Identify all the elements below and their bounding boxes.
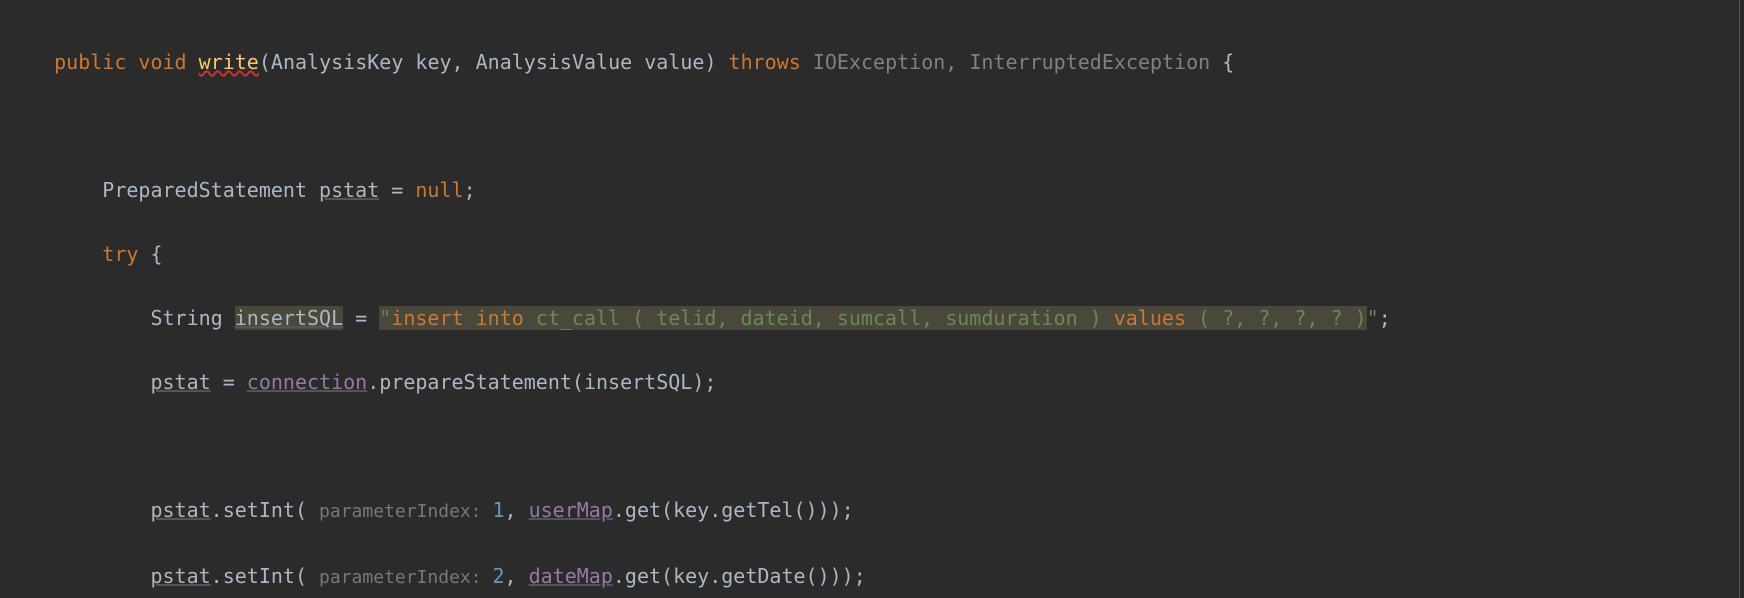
keyword-try: try <box>102 242 138 266</box>
close-paren: ) <box>704 50 716 74</box>
sql-keyword: insert into <box>391 306 536 330</box>
tail: .get(key.getTel())); <box>613 498 854 522</box>
code-line[interactable] <box>18 110 1744 142</box>
eq: = <box>211 370 247 394</box>
string-mid: ct_call ( telid, dateid, sumcall, sumdur… <box>536 306 1114 330</box>
number: 2 <box>492 564 504 588</box>
type: PreparedStatement <box>102 178 319 202</box>
code-editor[interactable]: public void write(AnalysisKey key, Analy… <box>0 0 1744 598</box>
keyword-throws: throws <box>729 50 801 74</box>
field: connection <box>247 370 367 394</box>
semicolon: ; <box>1379 306 1391 330</box>
variable: pstat <box>150 564 210 588</box>
parameter-hint: parameterIndex: <box>319 567 492 588</box>
brace: { <box>138 242 162 266</box>
param-type: AnalysisValue <box>476 50 633 74</box>
param-name: key <box>415 50 451 74</box>
variable-decl: insertSQL <box>235 306 343 330</box>
keyword-public: public <box>54 50 126 74</box>
string-tail: ( ?, ?, ?, ? ) <box>1186 306 1367 330</box>
code-line[interactable]: try { <box>18 238 1744 270</box>
keyword-void: void <box>138 50 186 74</box>
variable: pstat <box>150 498 210 522</box>
eq: = <box>379 178 415 202</box>
code-line[interactable]: String insertSQL = "insert into ct_call … <box>18 302 1744 334</box>
semicolon: ; <box>464 178 476 202</box>
code-line[interactable]: pstat.setInt( parameterIndex: 2, dateMap… <box>18 560 1744 594</box>
variable-decl: pstat <box>319 178 379 202</box>
parameter-hint: parameterIndex: <box>319 501 492 522</box>
comma: , <box>945 50 969 74</box>
method-name: write <box>199 50 259 74</box>
editor-right-margin <box>1739 0 1740 598</box>
string-open: " <box>379 306 391 330</box>
number: 1 <box>492 498 504 522</box>
comma: , <box>504 498 528 522</box>
exception-type: InterruptedException <box>969 50 1210 74</box>
method-call: prepareStatement(insertSQL); <box>379 370 716 394</box>
field: dateMap <box>529 564 613 588</box>
exception-type: IOException <box>813 50 945 74</box>
brace: { <box>1210 50 1234 74</box>
code-line[interactable]: public void write(AnalysisKey key, Analy… <box>18 46 1744 78</box>
field: userMap <box>529 498 613 522</box>
method-call: .setInt( <box>211 564 319 588</box>
code-line[interactable]: pstat.setInt( parameterIndex: 1, userMap… <box>18 494 1744 528</box>
keyword-null: null <box>415 178 463 202</box>
code-line[interactable]: pstat = connection.prepareStatement(inse… <box>18 366 1744 398</box>
comma: , <box>504 564 528 588</box>
eq: = <box>343 306 379 330</box>
tail: .get(key.getDate())); <box>613 564 866 588</box>
code-line[interactable] <box>18 430 1744 462</box>
variable: pstat <box>150 370 210 394</box>
method-call: .setInt( <box>211 498 319 522</box>
code-line[interactable]: PreparedStatement pstat = null; <box>18 174 1744 206</box>
param-type: AnalysisKey <box>271 50 403 74</box>
sql-keyword: values <box>1114 306 1186 330</box>
dot: . <box>367 370 379 394</box>
comma: , <box>452 50 476 74</box>
string-close: " <box>1367 306 1379 330</box>
type: String <box>150 306 234 330</box>
param-name: value <box>644 50 704 74</box>
